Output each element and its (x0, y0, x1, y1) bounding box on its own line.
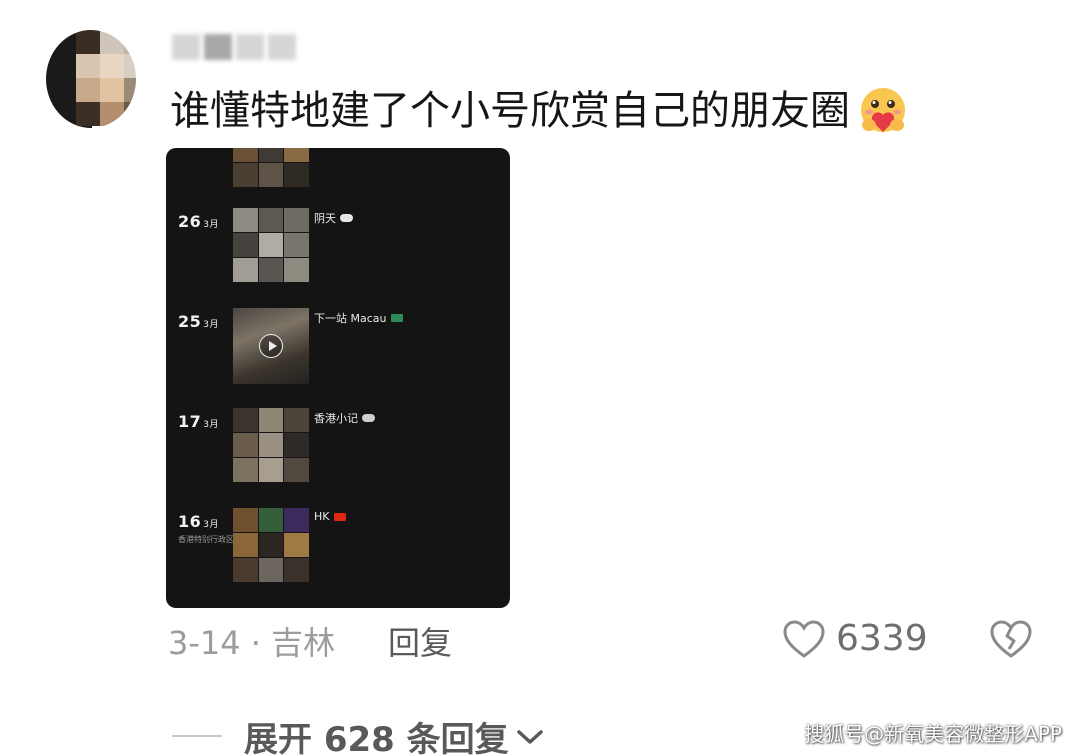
chevron-down-icon (516, 729, 543, 744)
avatar[interactable] (46, 30, 136, 128)
hugging-heart-emoji (856, 84, 910, 138)
hk-flag-icon (333, 512, 346, 521)
watermark: 搜狐号@新氧美容微整形APP (804, 722, 1062, 746)
dislike-button[interactable] (988, 618, 1034, 664)
photo-grid[interactable] (233, 508, 309, 582)
entry-location: 香港特别行政区 (178, 535, 234, 544)
like-count: 6339 (836, 618, 928, 659)
heart-icon[interactable] (782, 619, 826, 659)
username-blurred[interactable] (172, 30, 296, 64)
photo-grid[interactable] (233, 408, 309, 482)
moments-screenshot[interactable]: 26 3月 阴天 25 3月 下一站 Macau 17 3月 香港小记 16 3月 香港… (166, 148, 510, 608)
expand-replies-button[interactable]: 展开 628 条回复 (244, 712, 545, 755)
comment-date-location: 3-14 · 吉林 (168, 624, 336, 662)
play-icon[interactable] (259, 334, 283, 358)
photo-grid[interactable] (233, 208, 309, 282)
comment-body: 谁懂特地建了个小号欣赏自己的朋友圈 (170, 88, 850, 134)
like-button[interactable]: 6339 (782, 618, 928, 659)
entry-date: 16 3月 (178, 512, 219, 531)
cloud-icon (340, 214, 353, 222)
expand-replies-label: 展开 628 条回复 (244, 720, 509, 755)
entry-date: 25 3月 (178, 312, 219, 331)
entry-date: 17 3月 (178, 412, 219, 431)
divider (172, 735, 222, 737)
entry-caption: 香港小记 (314, 410, 375, 426)
entry-caption: 阴天 (314, 210, 353, 226)
entry-date: 26 3月 (178, 212, 219, 231)
cloud-icon (362, 414, 375, 422)
comment-text: 谁懂特地建了个小号欣赏自己的朋友圈 (170, 82, 910, 140)
entry-caption: 下一站 Macau (314, 310, 403, 326)
reply-button[interactable]: 回复 (388, 618, 452, 664)
broken-heart-icon[interactable] (988, 618, 1034, 660)
video-thumbnail[interactable] (233, 308, 309, 384)
entry-caption: HK (314, 510, 346, 523)
photo-grid-partial (233, 148, 309, 187)
macau-flag-icon (390, 314, 403, 322)
